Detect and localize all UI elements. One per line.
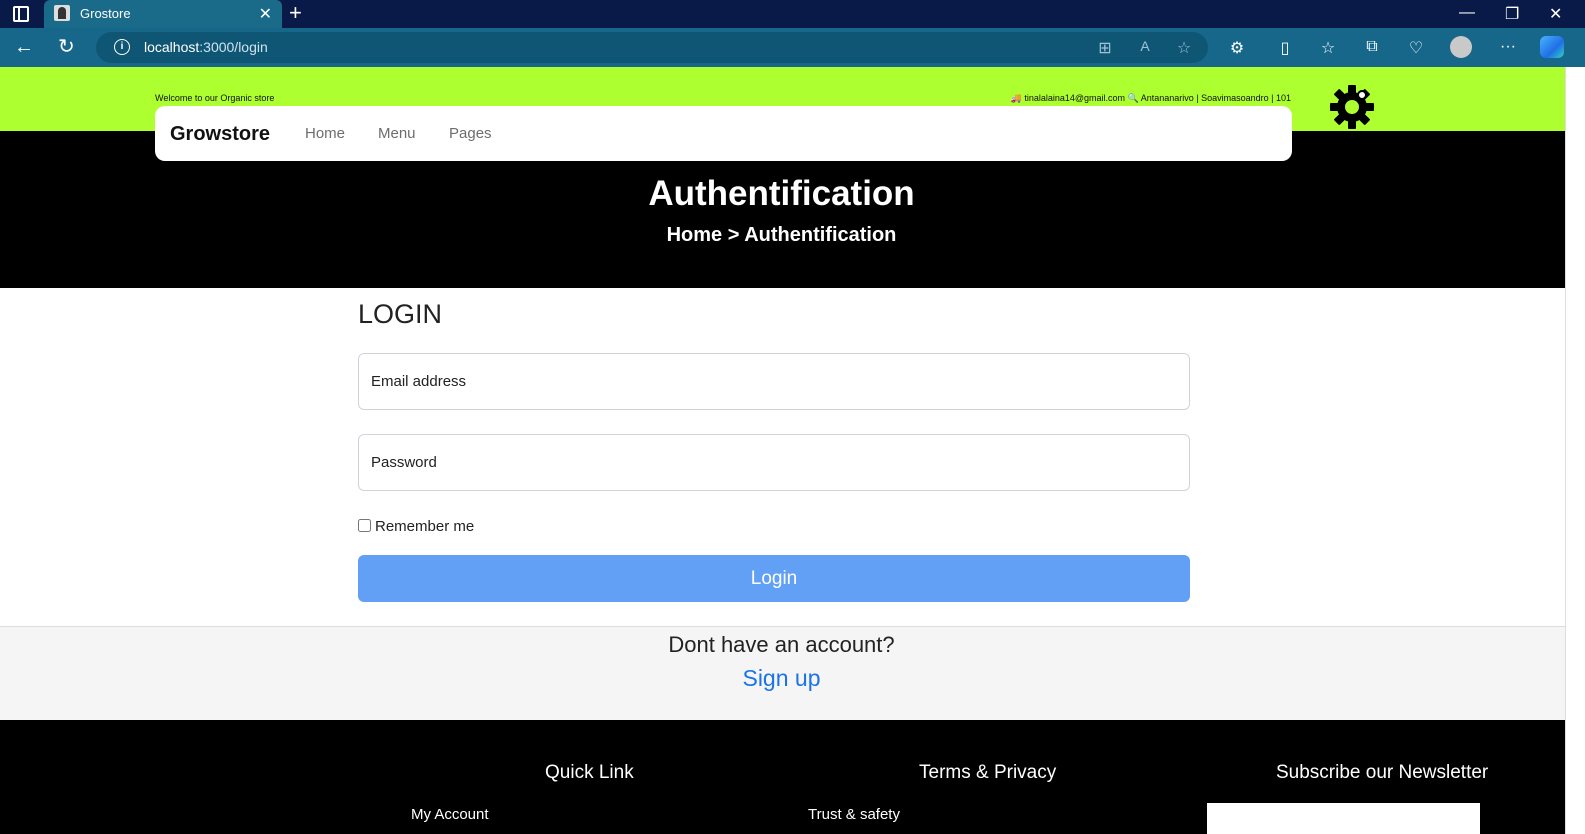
newsletter-email-input[interactable] [1207, 803, 1480, 834]
new-tab-icon[interactable]: + [289, 1, 302, 25]
profile-avatar[interactable] [1450, 36, 1472, 58]
main-navbar: Growstore Home Menu Pages [155, 106, 1292, 161]
nav-pages[interactable]: Pages [449, 125, 492, 142]
copilot-icon[interactable] [1540, 36, 1564, 58]
nav-menu[interactable]: Menu [378, 125, 416, 142]
nav-home[interactable]: Home [305, 125, 345, 142]
tab-actions-icon[interactable] [13, 6, 29, 22]
login-heading: LOGIN [358, 299, 443, 329]
password-field[interactable] [358, 434, 1190, 491]
welcome-text: Welcome to our Organic store [155, 93, 275, 103]
footer-terms-heading: Terms & Privacy [919, 762, 1057, 783]
footer-newsletter-heading: Subscribe our Newsletter [1276, 762, 1489, 783]
browser-tab-bar: Grostore ✕ + — ❐ ✕ [0, 0, 1585, 28]
url-field[interactable]: i localhost:3000/login [96, 32, 1208, 63]
remember-me[interactable]: Remember me [358, 518, 474, 535]
email-field[interactable] [358, 353, 1190, 410]
footer-my-account-link[interactable]: My Account [411, 806, 489, 823]
signup-link[interactable]: Sign up [0, 665, 1563, 692]
browser-tab[interactable]: Grostore ✕ [44, 0, 282, 28]
page-scrollbar[interactable] [1565, 67, 1585, 834]
restore-icon[interactable]: ❐ [1505, 4, 1519, 24]
back-icon[interactable]: ← [14, 36, 34, 58]
browser-essentials-icon[interactable]: ♡ [1406, 38, 1426, 58]
more-menu-icon[interactable]: ··· [1498, 38, 1518, 56]
remember-me-checkbox[interactable] [358, 519, 371, 532]
split-screen-icon[interactable]: ▯ [1275, 38, 1295, 58]
extensions-icon[interactable]: ⚙ [1227, 38, 1247, 58]
tab-title: Grostore [80, 6, 131, 21]
tab-favicon-icon [54, 5, 70, 21]
favorite-star-icon[interactable]: ☆ [1174, 38, 1194, 58]
tab-close-icon[interactable]: ✕ [259, 4, 272, 24]
gear-icon[interactable] [1328, 83, 1376, 131]
refresh-icon[interactable]: ↻ [58, 36, 75, 58]
read-aloud-icon[interactable]: A [1135, 38, 1155, 54]
favorites-icon[interactable]: ☆ [1318, 38, 1338, 58]
browser-address-bar: ← ↻ i localhost:3000/login [0, 28, 1585, 67]
login-button[interactable]: Login [358, 555, 1190, 602]
site-info-icon[interactable]: i [114, 39, 130, 55]
url-text: localhost:3000/login [144, 39, 268, 55]
contact-info: 🚚 tinalalaina14@gmail.com 🔍 Antananarivo… [1010, 93, 1291, 103]
remember-me-label: Remember me [375, 518, 475, 535]
minimize-icon[interactable]: — [1459, 4, 1475, 22]
collections-icon[interactable]: ⧉ [1362, 38, 1382, 56]
footer-trust-safety-link[interactable]: Trust & safety [808, 806, 900, 823]
brand-logo[interactable]: Growstore [170, 123, 270, 146]
breadcrumb: Home > Authentification [666, 224, 897, 246]
footer-quick-link-heading: Quick Link [545, 762, 634, 783]
page-title: Authentification [648, 174, 915, 213]
close-window-icon[interactable]: ✕ [1549, 4, 1562, 24]
app-available-icon[interactable]: ⊞ [1095, 38, 1115, 58]
no-account-text: Dont have an account? [668, 632, 895, 657]
